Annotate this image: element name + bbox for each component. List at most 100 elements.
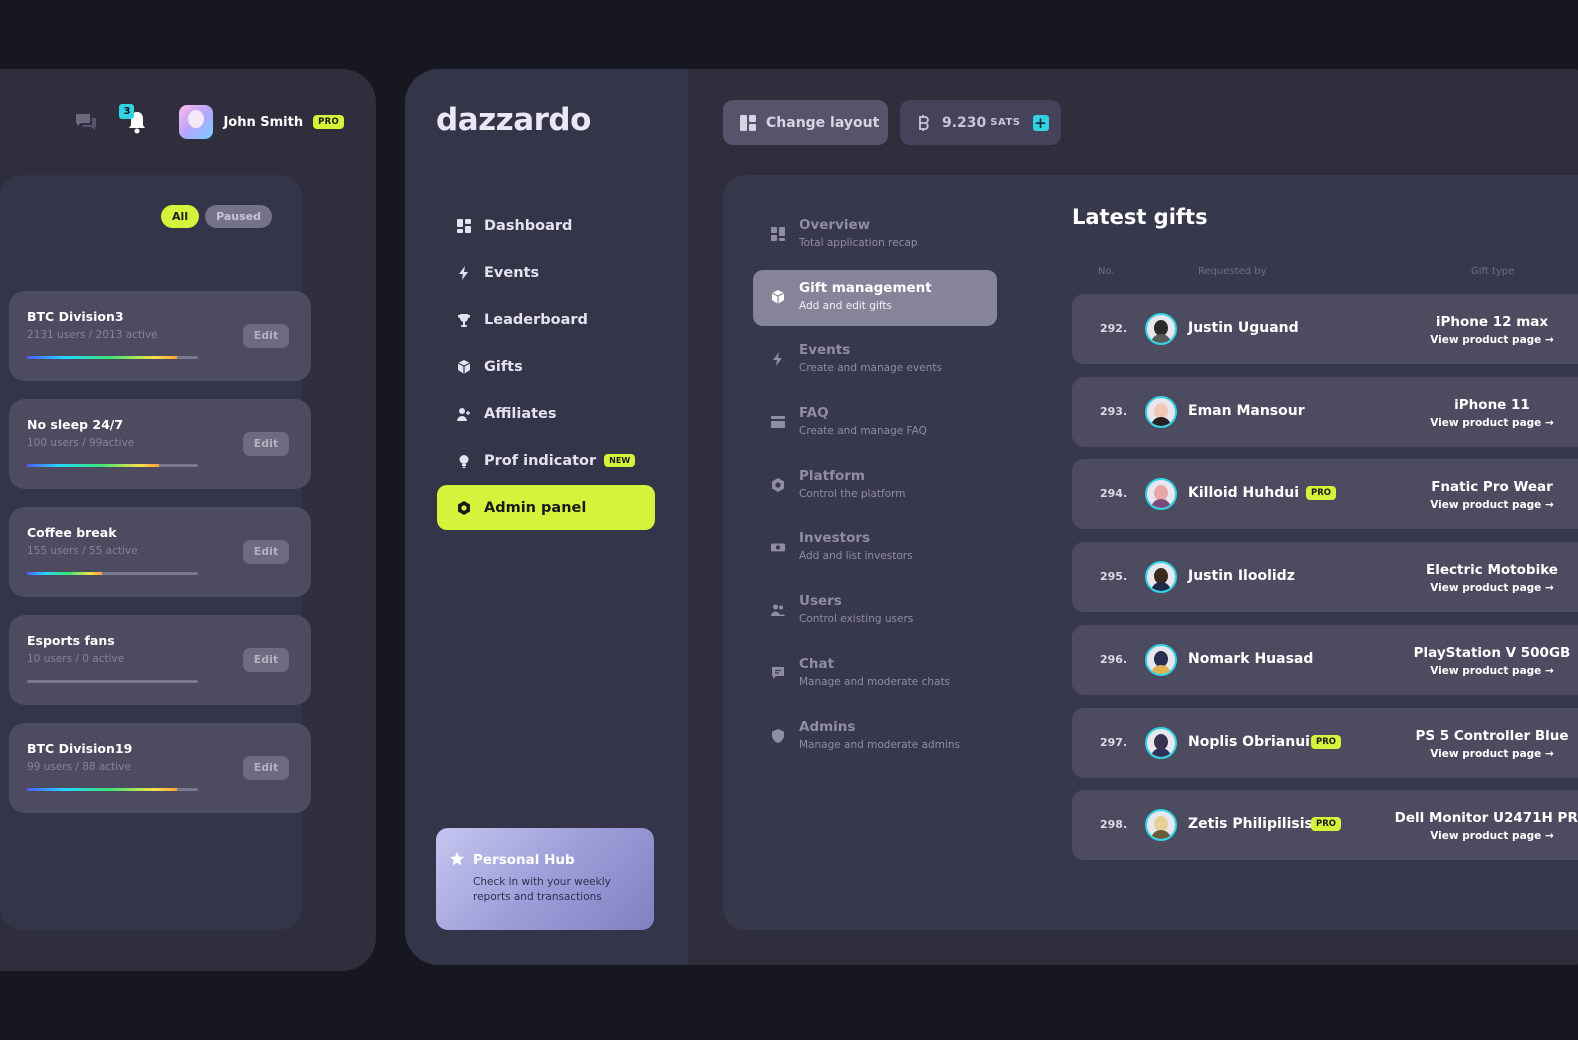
user-name[interactable]: John Smith: [223, 115, 303, 130]
nav-label: Dashboard: [484, 217, 573, 234]
group-stats: 100 users / 99active: [27, 437, 135, 449]
nav-item-events[interactable]: Events: [437, 250, 655, 295]
group-stats: 10 users / 0 active: [27, 653, 125, 665]
subnav-item-gift-management[interactable]: Gift management Add and edit gifts: [753, 269, 997, 326]
layout-icon: [740, 114, 756, 131]
subnav-title: Events: [799, 342, 851, 359]
avatar[interactable]: [1145, 395, 1177, 428]
notifications-button[interactable]: 3: [119, 104, 149, 136]
subnav-item-overview[interactable]: Overview Total application recap: [753, 207, 997, 263]
gift-row[interactable]: 292. Justin Uguand iPhone 12 max View produ…: [1072, 294, 1578, 364]
subnav-item-faq[interactable]: FAQ Create and manage FAQ: [753, 395, 997, 451]
nav-item-leaderboard[interactable]: Leaderboard: [437, 297, 655, 342]
requester-name[interactable]: Noplis Obrianui: [1188, 734, 1310, 750]
avatar[interactable]: [1145, 561, 1177, 594]
edit-button[interactable]: Edit: [243, 432, 289, 456]
group-card: Esports fans 10 users / 0 active Edit: [9, 615, 311, 705]
nav-label: Leaderboard: [484, 311, 588, 328]
group-card: BTC Division19 99 users / 88 active Edit: [9, 723, 311, 813]
edit-button[interactable]: Edit: [243, 756, 289, 780]
group-progress-fill: [27, 464, 159, 467]
add-sats-button[interactable]: +: [1032, 114, 1049, 131]
nav-label: Events: [484, 264, 540, 281]
edit-button[interactable]: Edit: [243, 324, 289, 348]
edit-button[interactable]: Edit: [243, 648, 289, 672]
dashboard-icon: [771, 227, 785, 241]
requester-name[interactable]: Justin Iloolidz: [1188, 568, 1295, 584]
gift-row[interactable]: 293. Eman Mansour iPhone 11 View product pa…: [1072, 376, 1578, 447]
logo[interactable]: dazzardo: [436, 102, 591, 138]
avatar[interactable]: [1145, 643, 1177, 676]
avatar[interactable]: [1145, 478, 1177, 511]
subnav-item-investors[interactable]: Investors Add and list investors: [753, 520, 997, 576]
admin-content: Overview Total application recap Gift ma…: [723, 175, 1578, 930]
chat-icon[interactable]: [73, 111, 99, 133]
requester-name[interactable]: Killoid Huhdui: [1188, 485, 1299, 501]
avatar-body: [1151, 664, 1171, 674]
hexagon-icon: [457, 500, 471, 515]
subnav-item-admins[interactable]: Admins Manage and moderate admins: [753, 709, 997, 765]
requester-name[interactable]: Zetis Philipilisis: [1188, 816, 1313, 832]
sats-value: 9.230: [942, 114, 987, 131]
avatar-body: [1151, 334, 1171, 343]
view-product-link[interactable]: View product page →: [1392, 830, 1578, 842]
column-header-no: No.: [1098, 266, 1115, 277]
hexagon-icon: [772, 477, 784, 492]
gift-type: Dell Monitor U2471H PRO: [1394, 810, 1578, 827]
avatar-body: [1151, 747, 1171, 757]
subnav-item-chat[interactable]: Chat Manage and moderate chats: [753, 646, 997, 702]
gift-row[interactable]: 296. Nomark Huasad PlayStation V 500GB View…: [1072, 624, 1578, 695]
subnav-title: FAQ: [799, 405, 829, 422]
personal-hub-card[interactable]: Personal Hub Check in with your weekly r…: [436, 828, 654, 930]
faq-icon: [771, 416, 785, 429]
view-product-link[interactable]: View product page →: [1392, 499, 1578, 511]
hub-description: Check in with your weekly reports and tr…: [473, 876, 611, 903]
subnav-item-users[interactable]: Users Control existing users: [753, 583, 997, 639]
nav-label: Affiliates: [484, 405, 557, 422]
avatar[interactable]: [179, 105, 214, 139]
gift-type: Fnatic Pro Wear: [1431, 479, 1553, 496]
filter-all[interactable]: All: [161, 205, 200, 228]
nav-item-affiliates[interactable]: Affiliates: [437, 391, 655, 436]
new-badge: NEW: [604, 454, 636, 467]
view-product-link[interactable]: View product page →: [1392, 748, 1578, 760]
pro-badge: PRO: [1306, 486, 1337, 501]
nav-item-prof-indicator[interactable]: Prof indicator NEW: [437, 438, 655, 483]
gift-number: 293.: [1100, 404, 1128, 418]
avatar[interactable]: [1145, 726, 1177, 759]
avatar-body: [1151, 830, 1171, 840]
view-product-link[interactable]: View product page →: [1392, 665, 1578, 677]
subnav-item-platform[interactable]: Platform Control the platform: [753, 458, 997, 514]
gift-row[interactable]: 297. Noplis Obrianui PRO PS 5 Controller Bl…: [1072, 707, 1578, 778]
view-product-link[interactable]: View product page →: [1392, 417, 1578, 429]
gift-row[interactable]: 298. Zetis Philipilisis PRO Dell Monitor U2…: [1072, 790, 1578, 861]
edit-button[interactable]: Edit: [243, 540, 289, 564]
shield-icon: [772, 728, 784, 743]
view-product-link[interactable]: View product page →: [1392, 334, 1578, 346]
gift-row[interactable]: 294. Killoid Huhdui PRO Fnatic Pro Wear View…: [1072, 459, 1578, 530]
subnav-desc: Create and manage events: [799, 362, 942, 375]
filter-paused[interactable]: Paused: [205, 205, 272, 228]
gift-row[interactable]: 295. Justin Iloolidz Electric Motobike View…: [1072, 542, 1578, 613]
box-icon: [457, 359, 471, 374]
hub-title: Personal Hub: [473, 852, 575, 868]
gift-type: PlayStation V 500GB: [1413, 644, 1571, 661]
requester-name[interactable]: Eman Mansour: [1188, 403, 1305, 419]
box-icon: [771, 289, 785, 304]
nav-item-admin-panel[interactable]: Admin panel: [437, 485, 655, 530]
requester-name[interactable]: Nomark Huasad: [1188, 651, 1313, 667]
group-stats: 2131 users / 2013 active: [27, 329, 158, 341]
subnav-title: Platform: [799, 467, 865, 484]
nav-item-dashboard[interactable]: Dashboard: [437, 203, 655, 248]
nav-item-gifts[interactable]: Gifts: [437, 344, 655, 389]
change-layout-button[interactable]: Change layout: [723, 100, 888, 145]
gift-number: 295.: [1100, 570, 1128, 584]
subnav-item-events[interactable]: Events Create and manage events: [753, 332, 997, 388]
subnav-desc: Create and manage FAQ: [799, 425, 927, 438]
avatar[interactable]: [1145, 313, 1177, 345]
view-product-link[interactable]: View product page →: [1392, 582, 1578, 594]
requester-name[interactable]: Justin Uguand: [1188, 320, 1299, 336]
subnav-desc: Manage and moderate chats: [799, 675, 951, 688]
avatar[interactable]: [1145, 809, 1177, 842]
subnav-desc: Total application recap: [799, 237, 918, 249]
